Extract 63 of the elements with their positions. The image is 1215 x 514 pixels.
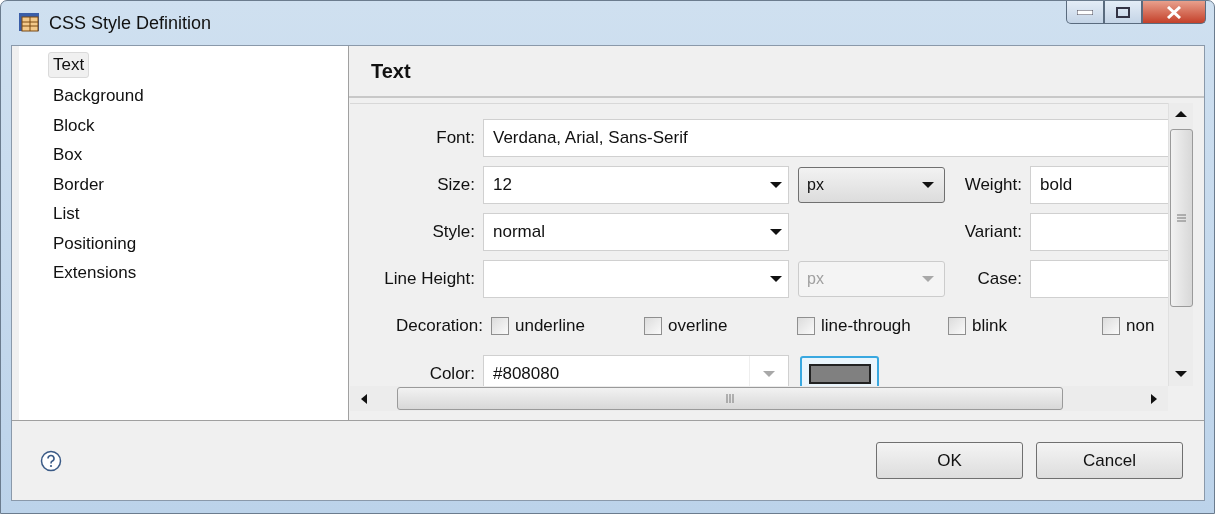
dropdown-field[interactable]: normal — [483, 212, 789, 251]
minimize-icon — [1077, 9, 1093, 15]
category-item[interactable]: Extensions — [48, 258, 142, 288]
dropdown-field[interactable]: 12 — [483, 165, 789, 204]
caret-icon — [770, 181, 782, 188]
checkbox-label: blink — [972, 315, 1007, 336]
input-field[interactable]: bold — [1030, 165, 1168, 204]
field-label: Decoration: — [395, 315, 484, 336]
scroll-down-icon — [1175, 371, 1187, 377]
checkbox[interactable] — [644, 316, 662, 335]
checkbox[interactable] — [948, 316, 966, 335]
close-icon — [1166, 5, 1182, 19]
app-icon — [19, 13, 41, 33]
maximize-icon — [1116, 6, 1130, 18]
field-label: Variant: — [963, 221, 1023, 242]
category-item[interactable]: Background — [48, 81, 149, 111]
caret-icon — [770, 275, 782, 282]
color-field[interactable]: #808080 — [483, 355, 789, 386]
caret-icon — [922, 181, 934, 188]
category-item[interactable]: Border — [48, 170, 110, 200]
checkbox[interactable] — [1102, 316, 1120, 335]
category-item[interactable]: Block — [48, 111, 100, 141]
checkbox-label: overline — [668, 315, 728, 336]
field-label: Color: — [428, 364, 476, 384]
minimize-button[interactable] — [1066, 1, 1104, 24]
checkbox[interactable] — [491, 316, 509, 335]
field-label: Style: — [431, 221, 476, 242]
category-item[interactable]: Positioning — [48, 229, 142, 259]
caret-icon — [922, 275, 934, 282]
vertical-scrollbar[interactable] — [1168, 103, 1193, 386]
category-item[interactable]: List — [48, 199, 85, 229]
unit-dropdown[interactable]: px — [798, 166, 945, 203]
checkbox[interactable] — [797, 316, 815, 335]
cancel-button[interactable]: Cancel — [1036, 442, 1183, 479]
checkbox-label: underline — [515, 315, 585, 336]
scroll-thumb[interactable] — [1169, 129, 1193, 307]
maximize-button[interactable] — [1104, 1, 1142, 24]
input-field[interactable] — [1030, 259, 1168, 298]
scroll-thumb[interactable] — [397, 387, 1063, 410]
ok-button[interactable]: OK — [876, 442, 1023, 479]
caret-icon — [763, 371, 775, 377]
field-label: Case: — [976, 268, 1023, 289]
checkbox-label: line-through — [821, 315, 911, 336]
field-label: Line Height: — [383, 268, 476, 289]
close-button[interactable] — [1142, 1, 1206, 24]
horizontal-scrollbar[interactable] — [350, 386, 1168, 411]
field-label: Weight: — [963, 174, 1023, 195]
scroll-left-icon — [361, 393, 367, 404]
input-field[interactable] — [1030, 212, 1168, 251]
scroll-up-icon — [1175, 111, 1187, 117]
window-title: CSS Style Definition — [49, 12, 212, 34]
color-picker-button[interactable] — [800, 356, 879, 386]
caret-icon — [770, 228, 782, 235]
field-label: Size: — [436, 174, 476, 195]
dropdown-field[interactable] — [483, 259, 789, 298]
scroll-right-icon — [1151, 393, 1157, 404]
field-label: Font: — [435, 127, 476, 148]
category-item[interactable]: Box — [48, 140, 88, 170]
input-field[interactable]: Verdana, Arial, Sans-Serif — [483, 118, 1168, 157]
checkbox-label: non — [1126, 315, 1155, 336]
panel-title: Text — [371, 59, 411, 83]
help-icon[interactable] — [40, 449, 62, 472]
category-item[interactable]: Text — [48, 52, 90, 78]
